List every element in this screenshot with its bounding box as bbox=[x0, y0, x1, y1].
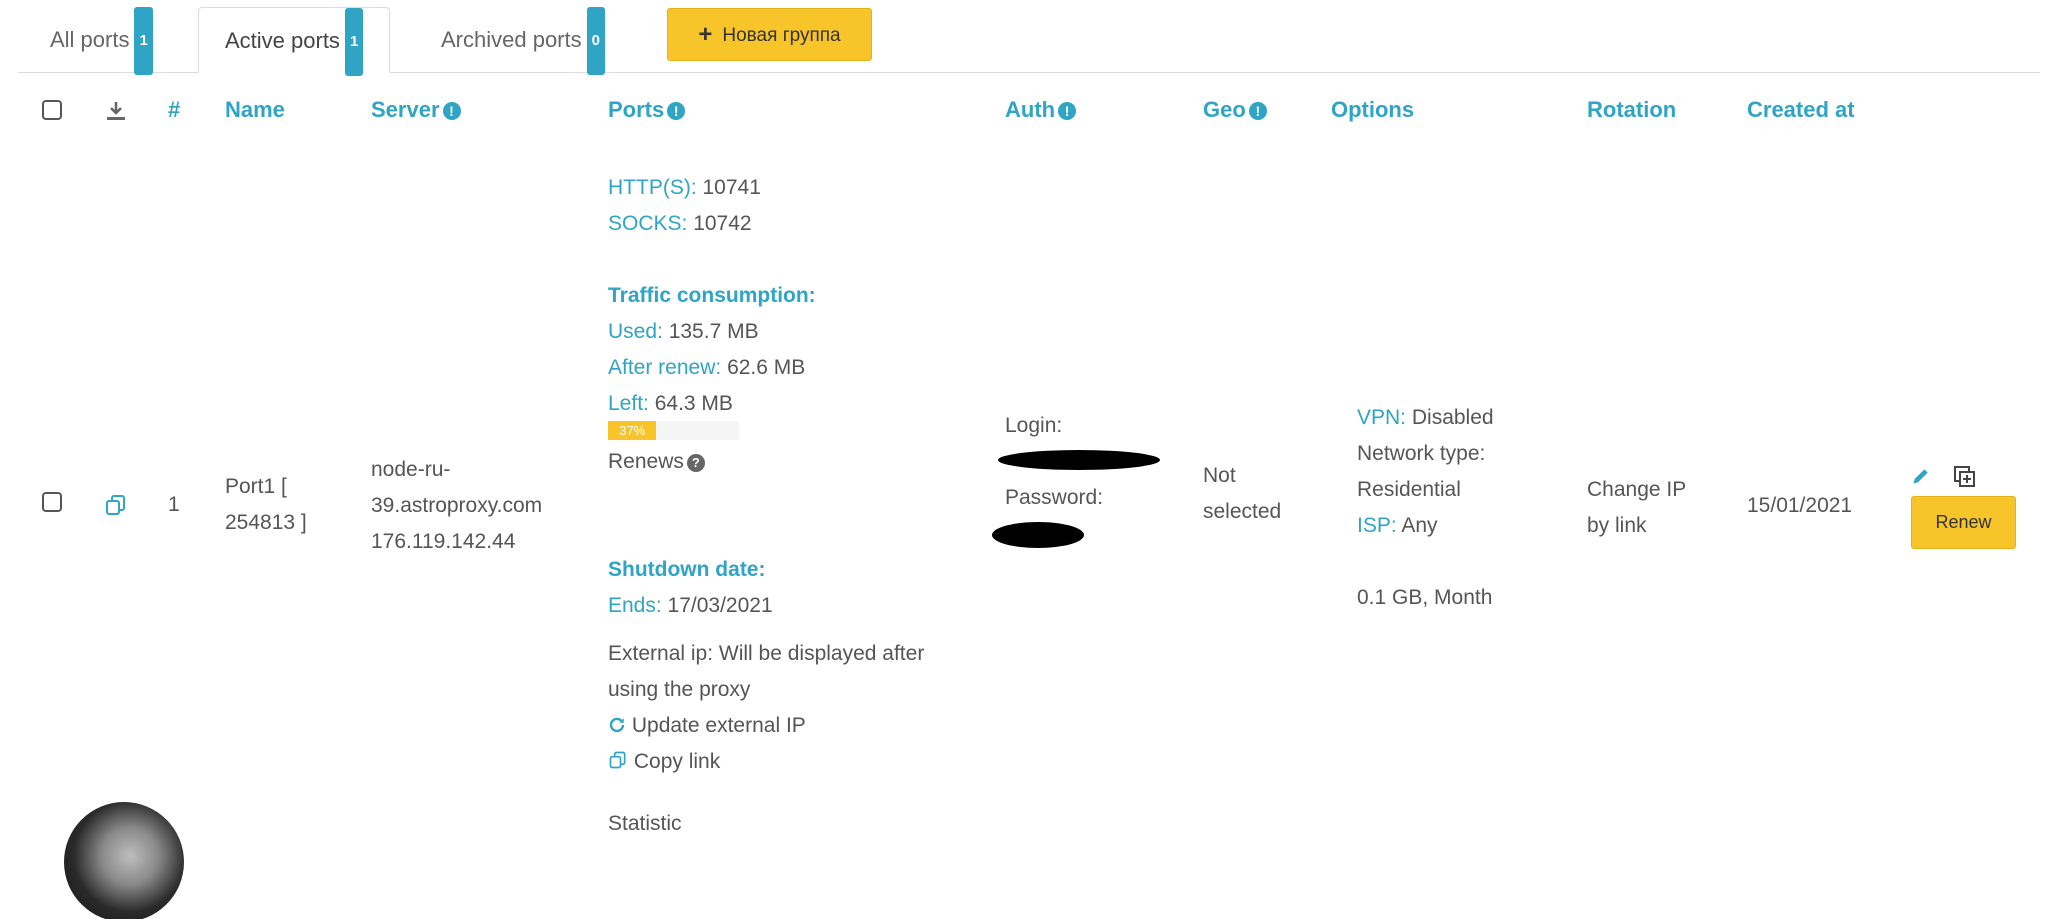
statistic-link[interactable]: Statistic bbox=[608, 806, 682, 842]
new-group-label: Новая группа bbox=[722, 25, 841, 46]
plus-icon: + bbox=[698, 21, 713, 48]
header-name[interactable]: Name bbox=[225, 97, 285, 123]
info-icon[interactable]: ! bbox=[1058, 102, 1077, 120]
copy-icon bbox=[608, 746, 628, 782]
header-created-at[interactable]: Created at bbox=[1747, 97, 1855, 123]
tab-count-badge: 1 bbox=[344, 8, 364, 76]
progress-fill: 37% bbox=[608, 421, 657, 440]
header-geo[interactable]: Geo! bbox=[1203, 97, 1267, 123]
info-icon[interactable]: ! bbox=[442, 102, 461, 120]
info-icon[interactable]: ! bbox=[667, 102, 686, 120]
option-network-label: Network type: bbox=[1357, 442, 1486, 465]
new-group-button[interactable]: + Новая группа bbox=[667, 8, 872, 61]
update-external-ip-link[interactable]: Update external IP bbox=[608, 708, 806, 746]
info-icon[interactable]: ! bbox=[1248, 102, 1267, 120]
option-isp: ISP: Any bbox=[1357, 514, 1438, 537]
copy-link[interactable]: Copy link bbox=[608, 744, 720, 782]
traffic-title: Traffic consumption: bbox=[608, 284, 816, 307]
header-index: # bbox=[168, 97, 181, 122]
password-redaction bbox=[992, 522, 1084, 548]
row-index: 1 bbox=[168, 493, 180, 516]
server-info: node-ru- 39.astroproxy.com 176.119.142.4… bbox=[371, 458, 543, 553]
header-rotation: Rotation bbox=[1587, 97, 1677, 122]
refresh-icon bbox=[608, 710, 626, 746]
rotation-value: Change IP by link bbox=[1587, 478, 1687, 537]
question-icon[interactable]: ? bbox=[686, 454, 705, 472]
chat-avatar[interactable] bbox=[64, 802, 184, 919]
login-label: Login: bbox=[1005, 414, 1063, 437]
tab-label: Archived ports bbox=[441, 27, 582, 52]
geo-value: Not selected bbox=[1203, 464, 1282, 523]
renew-button[interactable]: Renew bbox=[1911, 496, 2016, 549]
download-icon[interactable] bbox=[104, 99, 128, 123]
duplicate-icon[interactable] bbox=[1953, 465, 1977, 489]
shutdown-ends: Ends: 17/03/2021 bbox=[608, 594, 773, 617]
port-name-link[interactable]: Port1 [ 254813 ] bbox=[225, 469, 307, 541]
traffic-progress-bar: 37% bbox=[608, 421, 739, 440]
row-checkbox[interactable] bbox=[42, 492, 62, 512]
traffic-after-renew: After renew: 62.6 MB bbox=[608, 356, 806, 379]
header-options: Options bbox=[1331, 97, 1415, 122]
tab-label: Active ports bbox=[225, 28, 340, 53]
edit-icon[interactable] bbox=[1911, 466, 1931, 486]
traffic-left: Left: 64.3 MB bbox=[608, 392, 733, 415]
login-redaction bbox=[998, 450, 1160, 470]
tab-archived-ports[interactable]: Archived ports 0 bbox=[415, 7, 631, 75]
created-at-value: 15/01/2021 bbox=[1747, 494, 1853, 517]
traffic-used: Used: 135.7 MB bbox=[608, 320, 759, 343]
copy-icon[interactable] bbox=[104, 493, 128, 517]
option-network-value: Residential bbox=[1357, 478, 1461, 501]
select-all-checkbox[interactable] bbox=[42, 100, 62, 120]
port-socks: SOCKS: 10742 bbox=[608, 212, 752, 235]
renews-label: Renews? bbox=[608, 444, 705, 480]
tab-count-badge: 0 bbox=[586, 7, 605, 75]
tab-count-badge: 1 bbox=[134, 7, 153, 75]
external-ip-info: External ip: Will be displayed after usi… bbox=[608, 642, 925, 701]
password-label: Password: bbox=[1005, 486, 1104, 509]
tab-label: All ports bbox=[50, 27, 130, 52]
tab-all-ports[interactable]: All ports 1 bbox=[24, 7, 179, 75]
port-http: HTTP(S): 10741 bbox=[608, 176, 761, 199]
tab-active-ports[interactable]: Active ports 1 bbox=[198, 7, 391, 76]
option-plan: 0.1 GB, Month bbox=[1357, 586, 1493, 609]
header-auth[interactable]: Auth! bbox=[1005, 97, 1077, 123]
option-vpn: VPN: Disabled bbox=[1357, 406, 1494, 429]
shutdown-title: Shutdown date: bbox=[608, 558, 766, 581]
header-ports[interactable]: Ports! bbox=[608, 97, 686, 123]
header-server[interactable]: Server! bbox=[371, 97, 461, 123]
